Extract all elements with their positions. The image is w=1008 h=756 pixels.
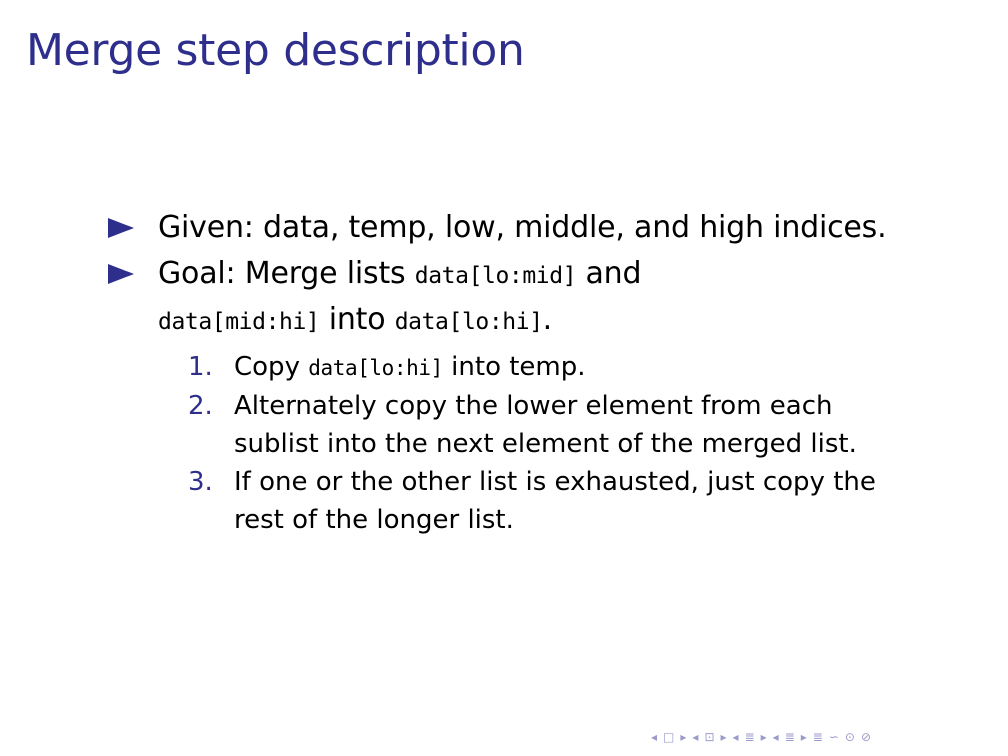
code-segment: data[lo:mid] xyxy=(414,263,577,289)
text-segment: into temp. xyxy=(442,352,586,382)
nav-left-arrow-icon[interactable]: ◂ xyxy=(730,730,742,744)
bullet-text: Goal: Merge lists data[lo:mid] and data[… xyxy=(158,252,928,344)
nav-subsection-icon[interactable]: ⊡ xyxy=(701,730,717,744)
nav-back-icon[interactable]: ⊘ xyxy=(858,730,874,744)
list-text: If one or the other list is exhausted, j… xyxy=(234,467,876,535)
bullet-item-goal: Goal: Merge lists data[lo:mid] and data[… xyxy=(108,252,928,539)
nav-right-arrow-icon[interactable]: ▸ xyxy=(758,730,770,744)
list-text: Copy data[lo:hi] into temp. xyxy=(234,348,914,387)
list-text: Alternately copy the lower element from … xyxy=(234,391,857,459)
nav-section-icon[interactable]: ≣ xyxy=(782,730,798,744)
bullet-list: Given: data, temp, low, middle, and high… xyxy=(108,206,928,539)
nav-frame-icon[interactable]: □ xyxy=(660,730,677,744)
bullet-item-given: Given: data, temp, low, middle, and high… xyxy=(108,206,928,250)
triangle-bullet-icon xyxy=(108,252,158,284)
code-segment: data[lo:hi] xyxy=(394,309,543,335)
text-segment: Copy xyxy=(234,352,309,382)
nav-left-arrow-icon[interactable]: ◂ xyxy=(770,730,782,744)
list-number: 2. xyxy=(188,391,213,421)
text-segment: into xyxy=(319,302,395,337)
slide-title: Merge step description xyxy=(26,25,525,76)
slide: Merge step description Given: data, temp… xyxy=(0,0,1008,756)
nav-section-icon[interactable]: ≣ xyxy=(742,730,758,744)
list-number: 3. xyxy=(188,467,213,497)
text-segment: . xyxy=(542,302,553,337)
list-number: 1. xyxy=(188,352,213,382)
beamer-navigation: ◂ □ ▸ ◂ ⊡ ▸ ◂ ≣ ▸ ◂ ≣ ▸ ≣ ∽ ⊙ ⊘ xyxy=(648,730,874,744)
code-segment: data[mid:hi] xyxy=(158,309,320,335)
list-item: 1. Copy data[lo:hi] into temp. xyxy=(188,348,928,387)
text-segment: Goal: Merge lists xyxy=(158,256,415,291)
numbered-list: 1. Copy data[lo:hi] into temp. 2. Altern… xyxy=(188,348,928,539)
list-item: 3. If one or the other list is exhausted… xyxy=(188,463,928,539)
nav-appendix-icon[interactable]: ≣ xyxy=(810,730,826,744)
bullet-text: Given: data, temp, low, middle, and high… xyxy=(158,210,887,245)
nav-right-arrow-icon[interactable]: ▸ xyxy=(798,730,810,744)
nav-right-arrow-icon[interactable]: ▸ xyxy=(718,730,730,744)
text-segment: and xyxy=(576,256,642,291)
nav-right-arrow-icon[interactable]: ▸ xyxy=(677,730,689,744)
nav-search-icon[interactable]: ∽ xyxy=(826,730,842,744)
nav-left-arrow-icon[interactable]: ◂ xyxy=(648,730,660,744)
nav-zoom-icon[interactable]: ⊙ xyxy=(842,730,858,744)
nav-left-arrow-icon[interactable]: ◂ xyxy=(689,730,701,744)
list-item: 2. Alternately copy the lower element fr… xyxy=(188,387,928,463)
code-segment: data[lo:hi] xyxy=(308,356,443,380)
triangle-bullet-icon xyxy=(108,206,158,238)
